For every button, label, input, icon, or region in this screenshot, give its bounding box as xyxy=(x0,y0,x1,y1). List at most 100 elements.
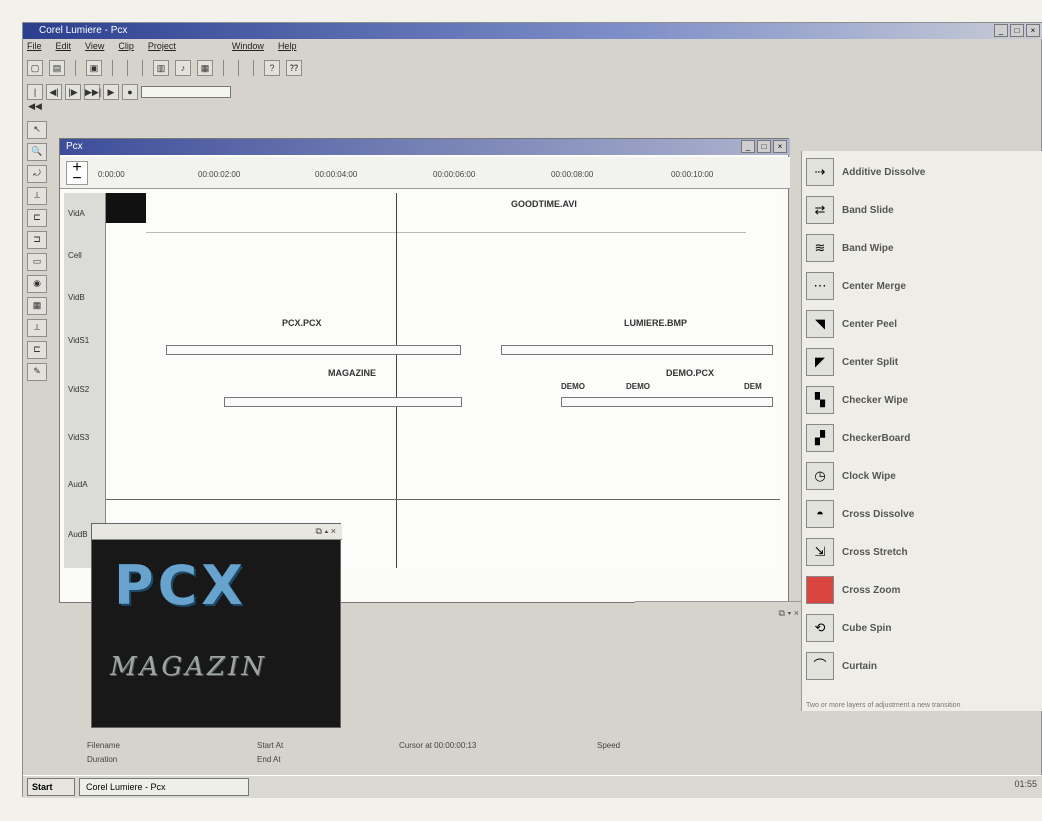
clip-goodtime[interactable]: GOODTIME.AVI xyxy=(511,199,577,209)
transition-label: Center Peel xyxy=(842,318,898,330)
menu-help[interactable]: Help xyxy=(278,41,297,55)
clip-demo-bar[interactable] xyxy=(561,397,773,407)
marker-icon[interactable]: ◉ xyxy=(27,275,47,293)
transition-item[interactable]: ⟲ Cube Spin xyxy=(806,609,1040,647)
minimize-button[interactable]: _ xyxy=(994,24,1008,37)
split-icon[interactable]: ⟂ xyxy=(27,187,47,205)
main-toolbar: ▢ ▤ ▣ ▥ ♪ ▦ ? ⁇ xyxy=(27,59,302,77)
frame-icon[interactable]: ▭ xyxy=(27,253,47,271)
clip-lumiere-bar[interactable] xyxy=(501,345,773,355)
play-icon[interactable]: ▶ xyxy=(103,84,119,100)
close-button[interactable]: × xyxy=(1026,24,1040,37)
taskbar-app-button[interactable]: Corel Lumiere - Pcx xyxy=(79,778,249,796)
transition-icon: ⇲ xyxy=(806,538,834,566)
clip-magazine-bar[interactable] xyxy=(224,397,462,407)
menu-window[interactable]: Window xyxy=(232,41,264,55)
transition-item[interactable]: ⇢ Additive Dissolve xyxy=(806,153,1040,191)
ruler-label: 0:00:00 xyxy=(98,170,125,179)
track-label: VidA xyxy=(68,209,85,218)
transition-icon: ◥ xyxy=(806,310,834,338)
zoom-out-button[interactable]: − xyxy=(67,171,87,187)
window-title: Corel Lumiere - Pcx xyxy=(39,25,128,36)
end-at-label: End At xyxy=(257,755,281,764)
zoom-control[interactable]: + − xyxy=(66,160,88,187)
ruler-label: 00:00:04:00 xyxy=(315,170,358,179)
transition-item[interactable]: ◓ Cross Dissolve xyxy=(806,495,1040,533)
trim-right-icon[interactable]: ⊐ xyxy=(27,231,47,249)
transition-item[interactable]: Cross Zoom xyxy=(806,571,1040,609)
help-icon[interactable]: ? xyxy=(264,60,280,76)
transition-label: Cross Dissolve xyxy=(842,508,915,520)
first-frame-icon[interactable]: |◀◀ xyxy=(27,84,43,111)
menu-file[interactable]: File xyxy=(27,41,42,55)
track-icon[interactable]: ⊏ xyxy=(27,341,47,359)
timeline-minimize-button[interactable]: _ xyxy=(741,140,755,153)
library-icon[interactable]: ▥ xyxy=(153,60,169,76)
folder-open-icon[interactable]: ▤ xyxy=(49,60,65,76)
transition-item[interactable]: ≋ Band Wipe xyxy=(806,229,1040,267)
small-window-controls[interactable]: ⧉ ▾ × xyxy=(635,601,805,631)
export-icon[interactable]: ▦ xyxy=(197,60,213,76)
timeline-close-button[interactable]: × xyxy=(773,140,787,153)
maximize-button[interactable]: □ xyxy=(1010,24,1024,37)
pointer-icon[interactable]: ↖ xyxy=(27,121,47,139)
transition-label: Additive Dissolve xyxy=(842,166,926,178)
transition-label: CheckerBoard xyxy=(842,432,911,444)
rotate-icon[interactable]: ⤾ xyxy=(27,165,47,183)
time-ruler[interactable]: + − 0:00:00 00:00:02:00 00:00:04:00 00:0… xyxy=(60,157,790,189)
ruler-label: 00:00:02:00 xyxy=(198,170,241,179)
transition-icon: ◷ xyxy=(806,462,834,490)
menu-project[interactable]: Project xyxy=(148,41,176,55)
insert-icon[interactable]: ⟂ xyxy=(27,319,47,337)
next-frame-icon[interactable]: |▶ xyxy=(65,84,81,100)
transition-item[interactable]: ◷ Clock Wipe xyxy=(806,457,1040,495)
transition-label: Cross Stretch xyxy=(842,546,908,558)
transitions-panel: ⇢ Additive Dissolve ⇄ Band Slide ≋ Band Wip… xyxy=(801,151,1042,711)
transition-label: Clock Wipe xyxy=(842,470,896,482)
clip-demo[interactable]: DEMO.PCX xyxy=(666,368,714,378)
grid-icon[interactable]: ▦ xyxy=(27,297,47,315)
zoom-icon[interactable]: 🔍 xyxy=(27,143,47,161)
transition-item[interactable]: ⋯ Center Merge xyxy=(806,267,1040,305)
track-label-column: VidA Cell VidB VidS1 VidS2 VidS3 AudA Au… xyxy=(64,193,106,568)
transition-item[interactable]: ◥ Center Peel xyxy=(806,305,1040,343)
speed-label: Speed xyxy=(597,741,621,750)
context-help-icon[interactable]: ⁇ xyxy=(286,60,302,76)
transition-label: Center Split xyxy=(842,356,899,368)
transition-item[interactable]: ▞ CheckerBoard xyxy=(806,419,1040,457)
transition-item[interactable]: ⇲ Cross Stretch xyxy=(806,533,1040,571)
transition-item[interactable]: ⌒ Curtain xyxy=(806,647,1040,685)
transition-item[interactable]: ⇄ Band Slide xyxy=(806,191,1040,229)
pen-icon[interactable]: ✎ xyxy=(27,363,47,381)
track-label: Cell xyxy=(68,251,82,260)
timeline-maximize-button[interactable]: □ xyxy=(757,140,771,153)
file-new-icon[interactable]: ▢ xyxy=(27,60,43,76)
transition-item[interactable]: ◤ Center Split xyxy=(806,343,1040,381)
title-bar: Corel Lumiere - Pcx _ □ × xyxy=(23,23,1042,39)
clip-magazine[interactable]: MAGAZINE xyxy=(328,368,376,378)
render-icon[interactable]: ♪ xyxy=(175,60,191,76)
save-icon[interactable]: ▣ xyxy=(86,60,102,76)
start-button[interactable]: Start xyxy=(27,778,75,796)
menu-edit[interactable]: Edit xyxy=(56,41,72,55)
menu-view[interactable]: View xyxy=(85,41,104,55)
last-frame-icon[interactable]: ▶▶| xyxy=(84,84,101,100)
ruler-label: 00:00:08:00 xyxy=(551,170,594,179)
record-icon[interactable]: ● xyxy=(122,84,138,100)
menu-clip[interactable]: Clip xyxy=(118,41,134,55)
clip-pcx-bar[interactable] xyxy=(166,345,461,355)
transition-label: Band Slide xyxy=(842,204,894,216)
transition-icon: ◤ xyxy=(806,348,834,376)
window-controls: _ □ × xyxy=(994,24,1040,37)
previous-frame-icon[interactable]: ◀| xyxy=(46,84,62,100)
track-area[interactable]: GOODTIME.AVI PCX.PCX LUMIERE.BMP MAGAZIN… xyxy=(106,193,780,568)
clip-lumiere[interactable]: LUMIERE.BMP xyxy=(624,318,687,328)
transition-label: Band Wipe xyxy=(842,242,894,254)
transition-label: Cross Zoom xyxy=(842,584,901,596)
clip-pcx[interactable]: PCX.PCX xyxy=(282,318,322,328)
playhead-cursor[interactable] xyxy=(396,193,397,568)
timecode-field[interactable] xyxy=(141,86,231,98)
transition-item[interactable]: ▚ Checker Wipe xyxy=(806,381,1040,419)
trim-left-icon[interactable]: ⊏ xyxy=(27,209,47,227)
preview-controls[interactable]: ⧉ ▴ × xyxy=(92,524,342,540)
